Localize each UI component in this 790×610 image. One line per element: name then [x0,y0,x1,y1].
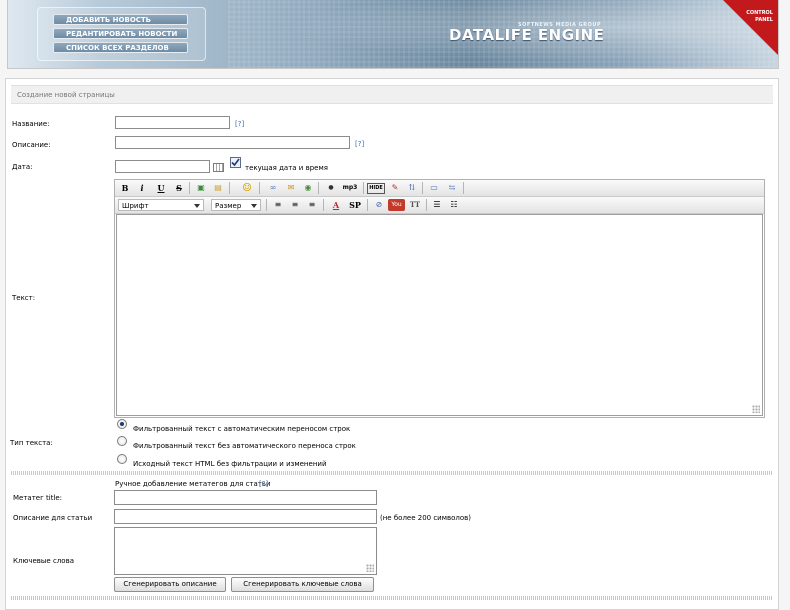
youtube-icon[interactable]: You [388,199,405,211]
numbered-list-icon[interactable]: ☷ [448,199,460,211]
align-center-icon[interactable]: ≡ [289,199,301,211]
font-select-value: Шрифт [122,202,149,210]
link-icon[interactable]: ∞ [267,182,279,194]
leech-icon[interactable]: ◉ [302,182,314,194]
description-help-link[interactable]: [?] [355,140,364,148]
chevron-down-icon [194,204,200,208]
date-label: Дата: [12,163,33,171]
description-label: Описание: [12,141,51,149]
email-link-icon[interactable]: ✉ [285,182,297,194]
toolbar-separator [189,182,190,194]
toolbar-separator [463,182,464,194]
text-type-option-label: Фильтрованный текст с автоматическим пер… [133,425,351,433]
toolbar-separator [229,182,230,194]
date-input[interactable] [115,160,210,173]
image-icon[interactable]: ▣ [195,182,207,194]
edit-icon[interactable]: ✎ [389,182,401,194]
meta-title-label: Метатег title: [13,494,63,502]
name-label: Название: [12,120,50,128]
strike-icon[interactable]: S [173,182,185,194]
align-right-icon[interactable]: ≡ [306,199,318,211]
meta-heading: Ручное добавление метатегов для статьи [115,480,271,488]
spoiler-icon[interactable]: SP [347,199,363,211]
text-type-label: Тип текста: [10,439,53,447]
control-panel-badge[interactable]: CONTROL PANEL [718,0,778,68]
meta-title-input[interactable] [114,490,377,505]
font-select[interactable]: Шрифт [118,199,204,211]
mp3-icon[interactable]: mp3 [342,182,358,194]
divider [11,596,773,600]
main-panel: Создание новой страницы Название: [?] Оп… [5,78,779,610]
text-type-option-label: Исходный текст HTML без фильтрации и изм… [133,460,327,468]
text-label: Текст: [12,294,36,302]
toolbar-separator [363,182,364,194]
editor-toolbar-2: Шрифт Размер ≡ ≡ ≡ A SP ⊘ You TT ☰ ☷ [115,197,764,214]
folder-icon[interactable]: ▤ [212,182,224,194]
page-break-icon[interactable]: ▭ [428,182,440,194]
underline-icon[interactable]: U [155,182,167,194]
text-color-icon[interactable]: A [330,199,342,211]
nav-all-sections[interactable]: СПИСОК ВСЕХ РАЗДЕЛОВ [53,42,188,53]
description-input[interactable] [115,136,350,149]
section-title: Создание новой страницы [11,85,773,104]
nav-add-news[interactable]: ДОБАВИТЬ НОВОСТЬ [53,14,188,25]
chevron-down-icon [251,204,257,208]
current-date-label: текущая дата и время [245,164,328,172]
size-select[interactable]: Размер [211,199,261,211]
header-banner: ДОБАВИТЬ НОВОСТЬ РЕДАНТИРОВАТЬ НОВОСТИ С… [7,0,779,69]
name-input[interactable] [115,116,230,129]
editor-toolbar-1: B i U S ▣ ▤ ☺ ∞ ✉ ◉ ● mp3 HIDE ✎ ⇅ ▭ ⇆ [115,180,764,197]
keywords-label: Ключевые слова [13,557,74,565]
translit-icon[interactable]: ⇅ [406,182,418,194]
toolbar-separator [422,182,423,194]
page-link-icon[interactable]: ⇆ [446,182,458,194]
meta-description-label: Описание для статьи [13,514,93,522]
control-panel-label: CONTROL PANEL [746,10,773,23]
resize-grip-icon[interactable] [752,405,760,413]
nav-edit-news[interactable]: РЕДАНТИРОВАТЬ НОВОСТИ [53,28,188,39]
meta-help-link[interactable]: [?] [259,480,268,488]
toolbar-separator [318,182,319,194]
quick-nav: ДОБАВИТЬ НОВОСТЬ РЕДАНТИРОВАТЬ НОВОСТИ С… [37,7,206,61]
bullet-list-icon[interactable]: ☰ [431,199,443,211]
smiley-icon[interactable]: ☺ [241,182,253,194]
red-corner-icon [723,0,778,55]
calendar-icon[interactable] [213,163,224,172]
toolbar-separator [259,182,260,194]
flash-icon[interactable]: ⊘ [373,199,385,211]
meta-description-hint: (не более 200 символов) [380,514,472,522]
align-left-icon[interactable]: ≡ [272,199,284,211]
bold-icon[interactable]: B [119,182,131,194]
check-icon [231,158,240,167]
toolbar-separator [367,199,368,211]
text-type-radio-filtered-nowrap[interactable] [117,436,127,446]
size-select-value: Размер [215,202,242,210]
text-area[interactable] [116,214,763,416]
media-icon[interactable]: ● [325,182,337,194]
generate-description-button[interactable]: Сгенерировать описание [114,577,226,592]
logo: DATALIFE ENGINE [449,26,605,44]
keywords-textarea[interactable] [114,527,377,575]
text-type-radio-filtered-wrap[interactable] [117,419,127,429]
divider [11,471,773,475]
italic-icon[interactable]: i [136,182,148,194]
resize-grip-icon[interactable] [366,564,374,572]
text-type-radio-html[interactable] [117,454,127,464]
toolbar-separator [266,199,267,211]
name-help-link[interactable]: [?] [235,120,244,128]
typograph-icon[interactable]: TT [409,199,421,211]
meta-description-input[interactable] [114,509,377,524]
bbcode-editor: B i U S ▣ ▤ ☺ ∞ ✉ ◉ ● mp3 HIDE ✎ ⇅ ▭ ⇆ Ш… [114,179,765,418]
current-date-checkbox[interactable] [230,157,241,168]
toolbar-separator [426,199,427,211]
toolbar-separator [323,199,324,211]
hide-icon[interactable]: HIDE [367,183,385,194]
text-type-option-label: Фильтрованный текст без автоматического … [133,442,356,450]
generate-keywords-button[interactable]: Сгенерировать ключевые слова [231,577,374,592]
